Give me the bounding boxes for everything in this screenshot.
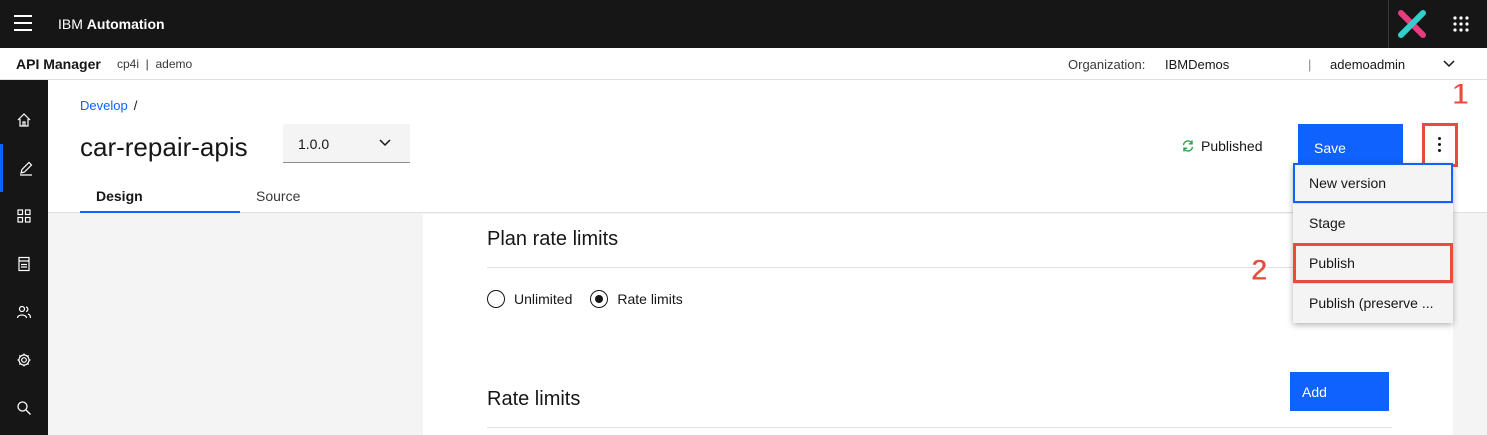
app-switcher-icon[interactable] [1452, 15, 1470, 33]
brand-name: IBM Automation [58, 16, 165, 32]
plan-rate-limits-heading: Plan rate limits [487, 228, 619, 250]
annotation-step-1: 1 [1452, 78, 1470, 112]
menu-item-stage[interactable]: Stage [1293, 203, 1453, 243]
topbar-divider [1388, 0, 1389, 48]
top-bar: IBM Automation [0, 0, 1487, 48]
add-button[interactable]: Add [1290, 372, 1389, 411]
catalog-icon [18, 256, 30, 272]
breadcrumb-develop-link[interactable]: Develop [80, 98, 128, 113]
brand-product: Automation [86, 16, 165, 32]
annotation-step-2: 2 [1251, 254, 1269, 288]
radio-rate-limits-label[interactable]: Rate limits [617, 291, 682, 307]
breadcrumb-separator: / [133, 98, 138, 113]
sub-header: API Manager cp4i | ademo Organization: I… [0, 48, 1487, 80]
organization-label: Organization: [1068, 57, 1146, 72]
tab-design[interactable]: Design [80, 176, 240, 213]
organization-value[interactable]: IBMDemos [1165, 57, 1229, 72]
menu-item-new-version[interactable]: New version [1293, 163, 1453, 203]
menu-item-publish-preserve[interactable]: Publish (preserve ... [1293, 283, 1453, 323]
brand-prefix: IBM [58, 16, 83, 32]
user-menu[interactable]: ademoadmin [1330, 57, 1405, 72]
product-logo-icon[interactable] [1397, 9, 1427, 39]
nav-members[interactable] [0, 288, 48, 336]
page-title: car-repair-apis [80, 132, 248, 162]
left-navigation [0, 80, 48, 435]
overflow-menu: New version Stage Publish Publish (prese… [1293, 163, 1453, 323]
settings-icon [17, 353, 31, 367]
apps-icon [17, 209, 31, 223]
rate-limit-radio-group: Unlimited Rate limits [487, 290, 701, 308]
tab-source[interactable]: Source [240, 176, 400, 213]
page-header: Develop / car-repair-apis 1.0.0 Design So… [48, 80, 1487, 213]
nav-apps[interactable] [0, 192, 48, 240]
chevron-down-icon[interactable] [1443, 60, 1455, 68]
radio-unlimited-label[interactable]: Unlimited [514, 291, 572, 307]
nav-home[interactable] [0, 96, 48, 144]
overflow-menu-button[interactable] [1422, 123, 1458, 167]
home-icon [17, 113, 31, 127]
edit-icon [19, 161, 32, 176]
nav-develop[interactable] [0, 144, 48, 192]
version-select[interactable]: 1.0.0 [283, 124, 410, 163]
subbar-separator: | [1308, 57, 1312, 72]
radio-rate-limits[interactable] [590, 290, 609, 308]
divider [487, 427, 1392, 428]
context-path: cp4i | ademo [117, 57, 193, 71]
overflow-menu-icon [1438, 137, 1442, 155]
version-value: 1.0.0 [298, 136, 330, 152]
search-icon [17, 401, 31, 415]
breadcrumb: Develop / [80, 98, 137, 113]
hamburger-menu-icon[interactable] [14, 15, 34, 33]
nav-settings[interactable] [0, 336, 48, 384]
publish-status: Published [1181, 138, 1263, 154]
sync-icon [1182, 140, 1194, 152]
members-icon [16, 305, 32, 319]
nav-search[interactable] [0, 384, 48, 432]
status-label: Published [1201, 138, 1263, 154]
menu-item-publish[interactable]: Publish [1293, 243, 1453, 283]
rate-limits-heading: Rate limits [487, 388, 581, 410]
app-name: API Manager [16, 56, 101, 72]
chevron-down-icon [379, 139, 391, 147]
radio-unlimited[interactable] [487, 290, 505, 308]
nav-catalog[interactable] [0, 240, 48, 288]
